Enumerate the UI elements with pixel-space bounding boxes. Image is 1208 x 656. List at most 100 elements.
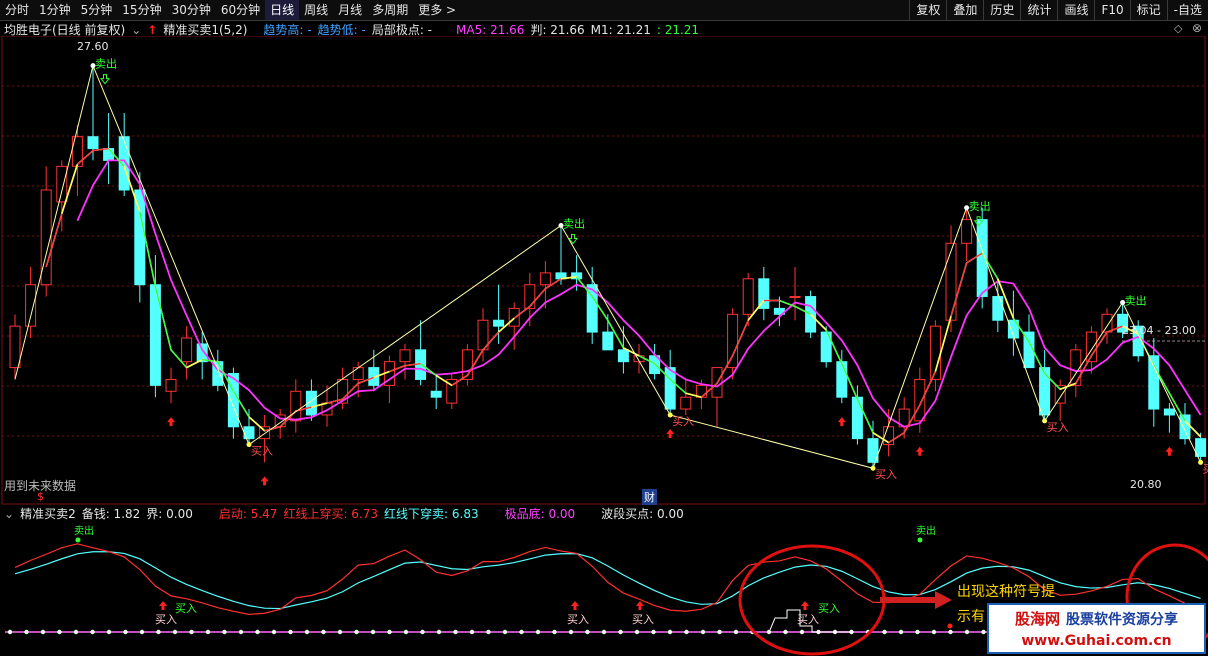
signal-dot: [947, 623, 953, 629]
period-tab[interactable]: 1分钟: [34, 0, 76, 20]
baseline-dot: [7, 629, 13, 635]
candle-body: [352, 367, 364, 380]
candle: [415, 320, 427, 386]
toolbar-button[interactable]: 统计: [1020, 0, 1057, 20]
candle: [1195, 432, 1207, 463]
candle-body: [851, 396, 863, 440]
toolbar-button[interactable]: F10: [1094, 0, 1129, 20]
candle-body: [524, 284, 536, 309]
candle-body: [1039, 367, 1051, 416]
candle: [508, 302, 520, 350]
baseline-dot: [783, 629, 788, 635]
candle-body: [430, 390, 442, 398]
baseline-dot: [387, 629, 392, 635]
candle: [321, 385, 333, 427]
sub-indicator-name[interactable]: 精准买卖2: [20, 505, 76, 523]
period-tab[interactable]: 周线: [299, 0, 333, 20]
toolbar-button[interactable]: 叠加: [946, 0, 983, 20]
buy-arrow-icon: [571, 601, 579, 610]
baseline-dot: [73, 629, 79, 635]
baseline-dot: [139, 629, 145, 635]
diamond-icon[interactable]: ◇: [1174, 22, 1182, 35]
period-tab[interactable]: 多周期: [367, 0, 413, 20]
period-tab[interactable]: 60分钟: [216, 0, 265, 20]
baseline-dot: [40, 629, 46, 635]
period-tab[interactable]: 日线: [265, 0, 300, 20]
candle: [586, 266, 598, 344]
baseline-dot: [552, 629, 557, 635]
baseline-dot: [502, 629, 508, 635]
candle: [399, 343, 411, 380]
baseline-dot: [469, 629, 475, 635]
candle-body: [602, 331, 614, 351]
toolbar-button[interactable]: 画线: [1057, 0, 1094, 20]
sell-top-label: 卖出: [916, 524, 936, 537]
watermark-url: www.Guhai.com.cn: [987, 630, 1206, 654]
period-tab[interactable]: 15分钟: [117, 0, 166, 20]
toolbar-button[interactable]: 历史: [983, 0, 1020, 20]
candle-body: [945, 242, 957, 321]
chevron-down-icon[interactable]: ⌄: [4, 505, 14, 523]
candle-body: [1195, 438, 1207, 457]
toolbar-button[interactable]: 标记: [1129, 0, 1167, 20]
baseline-dot: [601, 629, 607, 635]
baseline-dot: [403, 629, 409, 635]
sub-chart-header: ⌄ 精准买卖2 备钱: 1.82 界: 0.00 启动: 5.47 红线上穿买:…: [4, 505, 690, 523]
candle-body: [165, 378, 177, 392]
candle-body: [539, 272, 551, 286]
baseline-dot: [222, 629, 227, 635]
baseline-dot: [651, 629, 656, 635]
buy-arrow-icon: [801, 601, 809, 610]
candle: [680, 379, 692, 415]
wave-buy-value: 波段买点: 0.00: [601, 507, 684, 521]
period-tab[interactable]: 5分钟: [76, 0, 118, 20]
fin-marker[interactable]: 财: [642, 489, 657, 505]
period-tab[interactable]: 分时: [0, 0, 34, 20]
trend-segment: [1168, 392, 1186, 422]
candle: [961, 207, 973, 262]
period-tab[interactable]: 更多 >: [413, 0, 461, 20]
toolbar-button[interactable]: 复权: [909, 0, 946, 20]
candle-body: [1179, 414, 1191, 440]
sell-label: 卖出: [1125, 293, 1147, 307]
period-tab[interactable]: 30分钟: [167, 0, 216, 20]
candle: [9, 314, 21, 380]
candle-body: [727, 313, 739, 369]
baseline-dot: [172, 629, 178, 635]
baseline-dot: [931, 629, 937, 635]
candle: [461, 343, 473, 386]
sell-label: 卖出: [95, 57, 117, 71]
baseline-dot: [882, 629, 887, 635]
buy-label: 买入: [1203, 462, 1208, 475]
candle-body: [836, 361, 848, 398]
candle-body: [103, 148, 115, 161]
baseline-dot: [667, 629, 673, 635]
baseline-dot: [915, 629, 920, 635]
baseline-dot: [90, 629, 95, 635]
extreme-low-value: 极品底: 0.00: [504, 507, 576, 521]
candle-body: [56, 165, 68, 203]
toolbar-button[interactable]: -自选: [1166, 0, 1208, 20]
baseline-dot: [684, 629, 689, 635]
baseline-dot: [717, 629, 722, 635]
candle: [820, 326, 832, 368]
period-tab[interactable]: 月线: [333, 0, 367, 20]
candle: [758, 266, 770, 321]
close-icon[interactable]: ⊗: [1192, 21, 1202, 35]
sell-arrow-icon: [99, 74, 111, 85]
baseline-dot: [57, 629, 62, 635]
baseline-dot: [24, 629, 29, 635]
baseline-dot: [288, 629, 293, 635]
baseline-dot: [321, 629, 326, 635]
annotation-arrow-icon: [880, 591, 952, 609]
buy-arrow-icon: [159, 601, 167, 610]
baseline-dot: [766, 629, 772, 635]
baseline-dot: [436, 629, 442, 635]
candlestick-chart[interactable]: 卖出卖出卖出卖出买入买入买入买入买入: [0, 36, 1208, 506]
buy-arrow-icon: [636, 601, 644, 610]
baseline-dot: [535, 629, 541, 635]
candle-body: [40, 189, 52, 286]
baseline-dot: [568, 629, 574, 635]
annotation-text-1: 出现这种符号提: [957, 584, 1055, 600]
candle-body: [664, 367, 676, 410]
